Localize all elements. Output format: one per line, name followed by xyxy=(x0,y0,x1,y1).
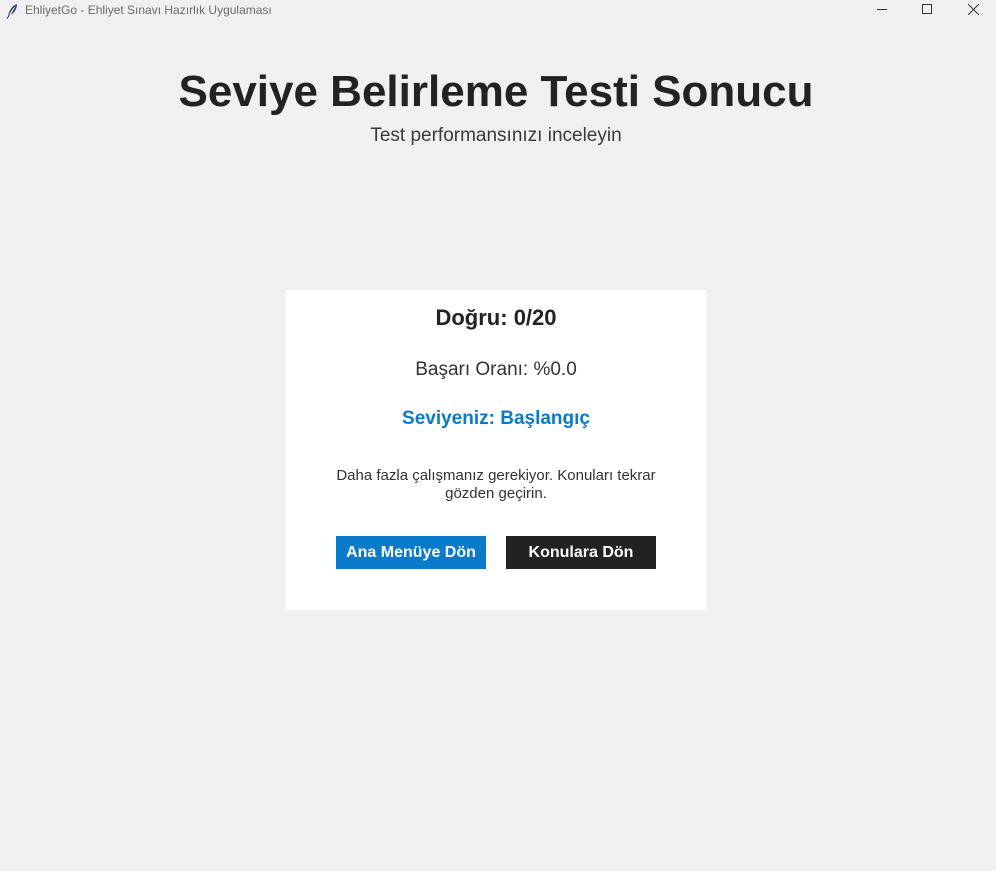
feather-icon xyxy=(6,3,20,19)
maximize-icon xyxy=(922,4,932,14)
advice-text: Daha fazla çalışmanız gerekiyor. Konular… xyxy=(336,467,656,502)
window-title: EhliyetGo - Ehliyet Sınavı Hazırlık Uygu… xyxy=(25,3,272,17)
minimize-button[interactable] xyxy=(859,0,905,18)
main-menu-button[interactable]: Ana Menüye Dön xyxy=(336,536,486,569)
success-rate-text: Başarı Oranı: %0.0 xyxy=(415,359,577,380)
close-icon xyxy=(967,3,979,15)
topics-button[interactable]: Konulara Dön xyxy=(506,536,656,569)
level-text: Seviyeniz: Başlangıç xyxy=(402,408,590,429)
minimize-icon xyxy=(877,4,887,14)
close-button[interactable] xyxy=(950,0,996,18)
page-title: Seviye Belirleme Testi Sonucu xyxy=(178,67,814,116)
maximize-button[interactable] xyxy=(904,0,950,18)
window-titlebar: EhliyetGo - Ehliyet Sınavı Hazırlık Uygu… xyxy=(0,0,996,24)
page-subtitle: Test performansınızı inceleyin xyxy=(370,125,622,146)
score-text: Doğru: 0/20 xyxy=(435,305,557,330)
